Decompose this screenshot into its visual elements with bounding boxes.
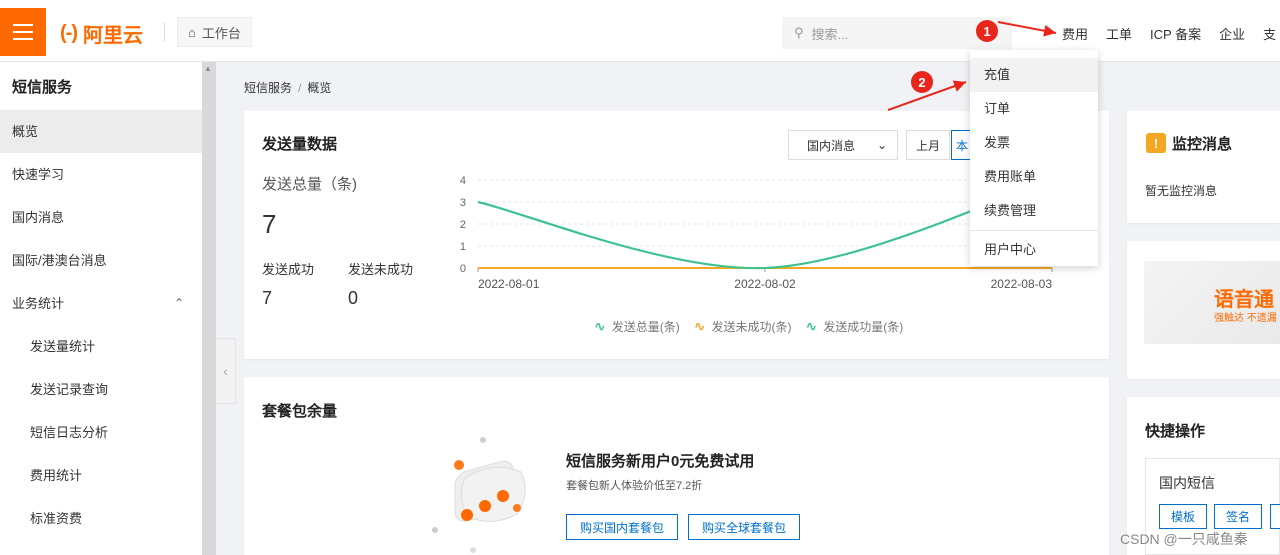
watermark: CSDN @一只咸鱼秦 [1120,531,1248,547]
sidebar-item-log-analysis[interactable]: 短信日志分析 [0,411,202,454]
total-sent-value: 7 [262,209,277,239]
fees-dropdown-menu: 充值 订单 发票 费用账单 续费管理 用户中心 [970,50,1098,266]
send-volume-title: 发送量数据 [262,136,338,153]
success-value: 7 [262,288,273,308]
promo-subtitle: 套餐包新人体验价低至7.2折 [566,480,703,492]
banner-subtitle: 强触达 不遗漏 [1214,313,1277,324]
quick-domestic-label: 国内短信 [1159,475,1215,491]
x-tick-label: 2022-08-02 [734,277,796,291]
menu-item-recharge[interactable]: 充值 [970,58,1098,92]
y-tick-label: 1 [460,241,466,253]
chevron-up-icon: ⌃ [173,296,184,310]
nav-support[interactable]: 支 [1263,24,1276,43]
annotation-marker-1: 1 [976,20,998,42]
banner-title: 语音通 [1214,289,1274,311]
y-tick-label: 0 [460,263,466,275]
legend-label: 发送成功量(条) [823,320,904,334]
select-value: 国内消息 [807,138,856,153]
package-title: 套餐包余量 [262,403,338,420]
sidebar-item-overview[interactable]: 概览 [0,110,202,153]
nav-tickets[interactable]: 工单 [1106,24,1132,43]
fail-label: 发送未成功 [348,262,414,277]
sidebar-item-domestic[interactable]: 国内消息 [0,196,202,239]
sidebar-title: 短信服务 [12,79,73,96]
legend-line-icon: ∿ [594,318,606,334]
template-button[interactable]: 模板 [1159,504,1207,529]
aliyun-logo[interactable]: (-) 阿里云 [60,19,143,48]
signature-button[interactable]: 签名 [1214,504,1262,529]
chevron-down-icon: ⌄ [876,138,887,152]
sidebar-item-send-records[interactable]: 发送记录查询 [0,368,202,411]
scroll-up-icon[interactable]: ▲ [204,64,212,73]
logo-text: 阿里云 [82,25,143,47]
search-icon: ⚲ [794,25,804,40]
legend-line-icon: ∿ [805,318,818,334]
monitor-title: 监控消息 [1172,136,1233,153]
menu-icon[interactable] [0,8,46,56]
x-tick-label: 2022-08-03 [991,277,1053,291]
total-sent-label: 发送总量（条) [262,176,357,193]
sidebar-item-send-stats[interactable]: 发送量统计 [0,325,202,368]
sidebar-scrollbar[interactable] [202,62,216,555]
menu-divider [970,230,1098,231]
nav-enterprise[interactable]: 企业 [1219,24,1245,43]
last-month-button[interactable]: 上月 [906,130,950,160]
y-tick-label: 4 [460,175,466,187]
sidebar: 短信服务 概览 快速学习 国内消息 国际/港澳台消息 业务统计 ⌃ 发送量统计 … [0,62,202,555]
logo-divider [164,22,165,42]
sidebar-item-international[interactable]: 国际/港澳台消息 [0,239,202,282]
home-icon: ⌂ [188,24,196,40]
success-label: 发送成功 [262,262,315,277]
chat-bubbles-illustration [432,437,526,553]
collapse-sidebar-button[interactable]: ‹ [216,338,236,404]
nav-fees[interactable]: 费用 [1062,24,1088,43]
legend-line-icon: ∿ [693,318,706,334]
menu-item-renewal[interactable]: 续费管理 [970,194,1098,228]
menu-item-user-center[interactable]: 用户中心 [970,233,1098,267]
legend-item[interactable]: ∿ 发送总量(条) [594,318,680,335]
menu-item-invoices[interactable]: 发票 [970,126,1098,160]
legend-item[interactable]: ∿ 发送成功量(条) [805,318,903,335]
search-placeholder: 搜索... [811,26,849,42]
promo-title: 短信服务新用户0元免费试用 [566,453,755,470]
workbench-label: 工作台 [201,25,241,41]
legend-label: 发送未成功(条) [711,320,792,334]
x-tick-label: 2022-08-01 [478,277,540,291]
buy-domestic-package-button[interactable]: 购买国内套餐包 [566,514,678,540]
more-button[interactable] [1270,504,1280,529]
sidebar-item-fee-stats[interactable]: 费用统计 [0,454,202,497]
breadcrumb-root[interactable]: 短信服务 [244,81,292,95]
fail-value: 0 [348,288,359,308]
buy-global-package-button[interactable]: 购买全球套餐包 [688,514,800,540]
y-tick-label: 2 [460,219,466,231]
sidebar-item-standard-rates[interactable]: 标准资费 [0,497,202,540]
breadcrumb: 短信服务 / 概览 [244,79,331,96]
annotation-marker-2: 2 [911,71,933,93]
breadcrumb-current: 概览 [307,81,332,95]
sidebar-item-business-stats[interactable]: 业务统计 ⌃ [0,282,202,325]
quick-actions-title: 快捷操作 [1145,423,1206,440]
message-type-select[interactable]: 国内消息 ⌄ [788,130,898,160]
logo-mark: (-) [60,22,78,44]
legend-label: 发送总量(条) [611,320,680,334]
legend-item[interactable]: ∿ 发送未成功(条) [694,318,792,335]
monitor-empty-text: 暂无监控消息 [1145,184,1218,198]
voice-banner[interactable]: 语音通 强触达 不遗漏 [1144,261,1280,344]
nav-icp[interactable]: ICP 备案 [1150,24,1201,43]
y-tick-label: 3 [460,197,466,209]
menu-item-bills[interactable]: 费用账单 [970,160,1098,194]
chevron-left-icon: ‹ [223,363,228,379]
sidebar-item-quick-learn[interactable]: 快速学习 [0,153,202,196]
monitor-card [1127,111,1280,223]
workbench-button[interactable]: ⌂ 工作台 [177,17,252,47]
sidebar-item-label: 业务统计 [12,296,65,311]
alert-icon: ! [1146,133,1166,153]
chart-legend: ∿ 发送总量(条) ∿ 发送未成功(条) ∿ 发送成功量(条) [594,318,903,335]
top-nav: 费用 工单 ICP 备案 企业 支 [1062,24,1276,43]
breadcrumb-separator: / [298,81,302,95]
menu-item-orders[interactable]: 订单 [970,92,1098,126]
